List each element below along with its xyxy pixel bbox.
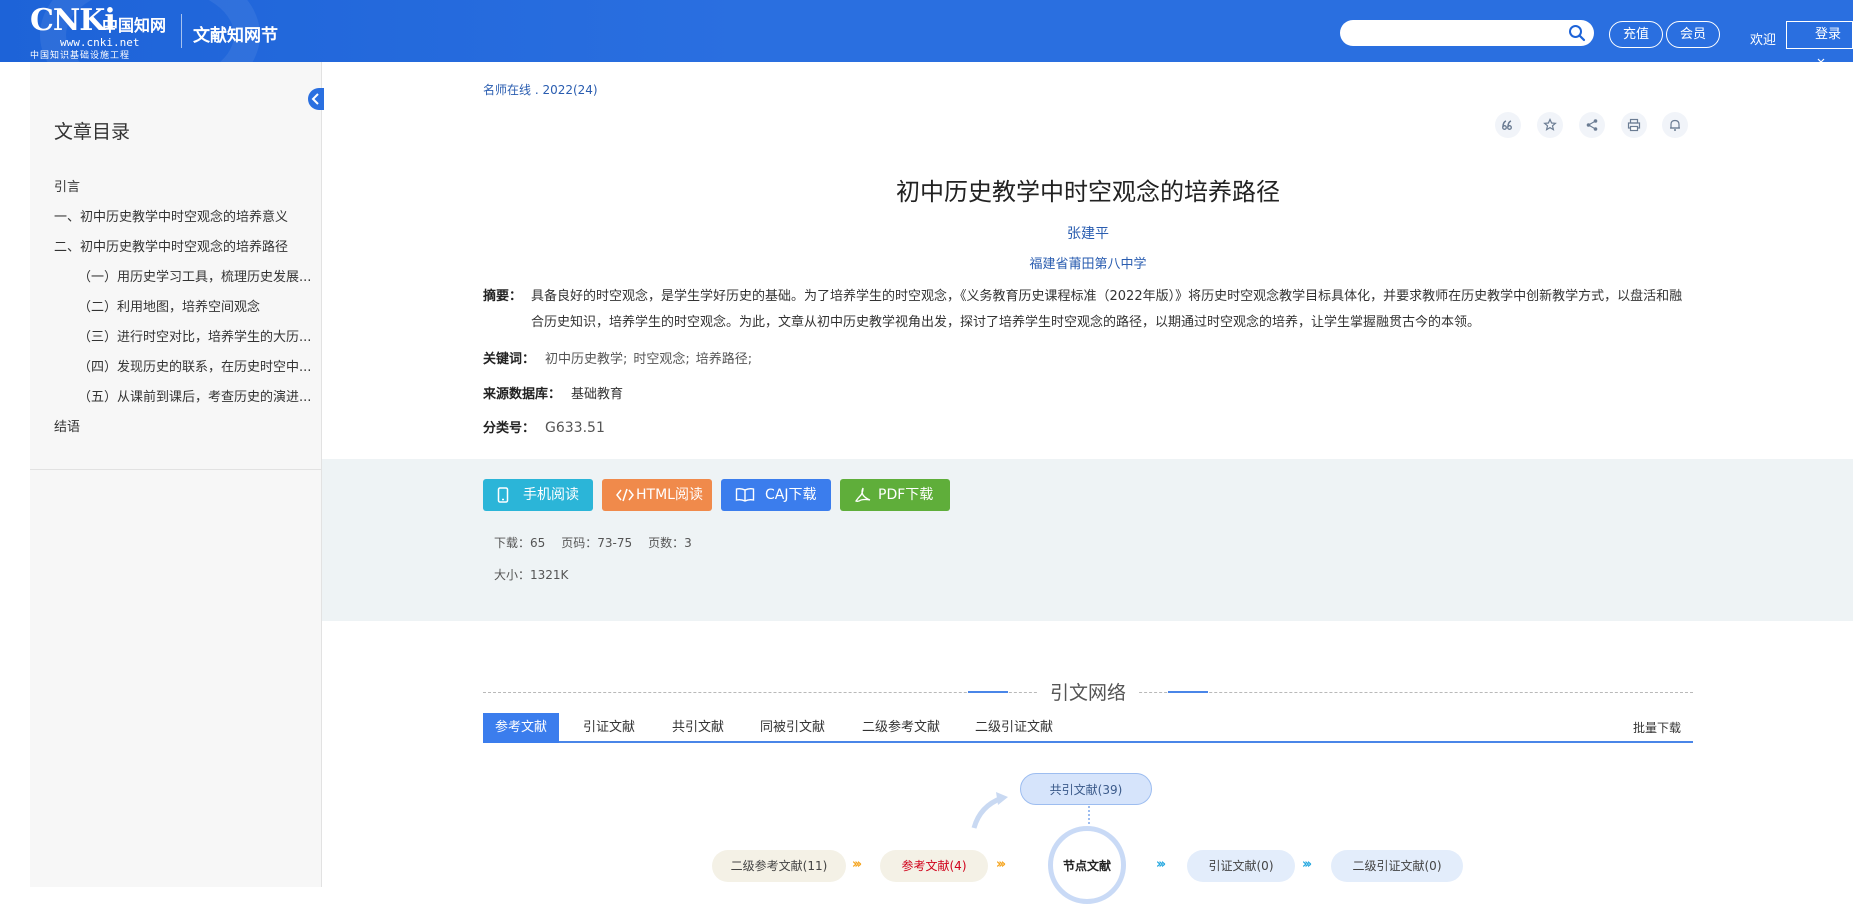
center-node: 节点文献 <box>1062 859 1111 873</box>
print-button[interactable] <box>1621 112 1647 138</box>
cite-button[interactable] <box>1495 112 1521 138</box>
network-title-text: 引文网络 <box>1037 682 1138 704</box>
logo-subtitle: 中国知识基础设施工程 <box>30 51 131 61</box>
search-icon[interactable] <box>1568 24 1586 42</box>
toc-panel: 文章目录 引言 一、初中历史教学中时空观念的培养意义 二、初中历史教学中时空观念… <box>30 62 322 470</box>
mobile-icon <box>497 487 509 503</box>
welcome-text: 欢迎 <box>1750 33 1777 48</box>
caj-download-label: CAJ下载 <box>765 487 817 503</box>
curved-arrow-icon <box>971 792 1008 829</box>
book-icon <box>735 487 755 502</box>
pdf-icon <box>855 487 871 502</box>
toc-item[interactable]: （四）发现历史的联系，在历史时空中... <box>54 353 316 383</box>
mobile-read-button[interactable]: 手机阅读 <box>483 479 593 511</box>
pdf-download-button[interactable]: PDF下载 <box>840 479 950 511</box>
keyword-link[interactable]: 初中历史教学; <box>545 352 627 367</box>
network-title: 引文网络 <box>483 678 1693 705</box>
keywords-row: 关键词： 初中历史教学; 时空观念; 培养路径; <box>483 348 758 367</box>
database-row: 来源数据库： 基础教育 <box>483 383 623 402</box>
login-label: 登录 <box>1815 27 1842 42</box>
reference-node[interactable]: 参考文献(4) <box>880 850 988 882</box>
share-button[interactable] <box>1579 112 1605 138</box>
toc-item[interactable]: 二、初中历史教学中时空观念的培养路径 <box>54 233 316 263</box>
printer-icon <box>1627 118 1641 132</box>
toc-item[interactable]: （五）从课前到课后，考查历史的演进... <box>54 383 316 413</box>
search-input[interactable] <box>1340 20 1594 46</box>
keyword-link[interactable]: 时空观念; <box>633 352 689 367</box>
abstract-label: 摘要： <box>483 289 523 304</box>
author-link[interactable]: 张建平 <box>483 223 1693 243</box>
abstract-text: 具备良好的时空观念，是学生学好历史的基础。为了培养学生的时空观念，《义务教育历史… <box>531 289 1683 330</box>
caj-download-button[interactable]: CAJ下载 <box>721 479 831 511</box>
citing-node[interactable]: 引证文献(0) <box>1187 850 1295 882</box>
keywords-label: 关键词： <box>483 352 536 367</box>
page-count: 页数：3 <box>648 536 692 550</box>
database-label: 来源数据库： <box>483 387 562 402</box>
batch-download-button[interactable]: 批量下载 <box>1633 713 1681 743</box>
login-button[interactable]: 登录 <box>1786 21 1853 62</box>
mobile-read-label: 手机阅读 <box>523 487 579 503</box>
toc-item[interactable]: 一、初中历史教学中时空观念的培养意义 <box>54 203 316 233</box>
member-button[interactable]: 会员 <box>1666 21 1720 48</box>
citation-tabs: 参考文献 引证文献 共引文献 同被引文献 二级参考文献 二级引证文献 批量下载 <box>483 713 1693 743</box>
collapse-sidebar-button[interactable] <box>308 88 324 110</box>
star-icon <box>1543 118 1557 131</box>
toc-item[interactable]: （一）用历史学习工具，梳理历史发展... <box>54 263 316 293</box>
toc-title: 文章目录 <box>54 121 131 143</box>
favorite-button[interactable] <box>1537 112 1563 138</box>
toc-list: 引言 一、初中历史教学中时空观念的培养意义 二、初中历史教学中时空观念的培养路径… <box>54 173 316 443</box>
tab-secondary-citing[interactable]: 二级引证文献 <box>963 713 1065 743</box>
secondary-citing-node[interactable]: 二级引证文献(0) <box>1331 850 1463 882</box>
share-icon <box>1586 119 1598 131</box>
toc-sidebar: 文章目录 引言 一、初中历史教学中时空观念的培养意义 二、初中历史教学中时空观念… <box>30 62 322 887</box>
article-title: 初中历史教学中时空观念的培养路径 <box>896 178 1280 206</box>
code-icon <box>616 488 634 502</box>
classification-row: 分类号： G633.51 <box>483 417 605 436</box>
tab-secondary-references[interactable]: 二级参考文献 <box>850 713 952 743</box>
bell-icon <box>1670 119 1680 131</box>
logo-divider <box>181 14 182 48</box>
co-citation-node[interactable]: 共引文献(39) <box>1020 773 1152 805</box>
secondary-ref-node[interactable]: 二级参考文献(11) <box>712 850 846 882</box>
download-stats: 下载：65 页码：73-75 页数：3 <box>494 534 708 551</box>
arrow-right-icon: ››› <box>1302 857 1312 872</box>
journal-source-link[interactable]: 名师在线 . 2022(24) <box>483 81 598 98</box>
database-value: 基础教育 <box>571 387 624 402</box>
quote-icon <box>1502 120 1512 130</box>
keyword-link[interactable]: 培养路径; <box>696 352 752 367</box>
abstract-block: 摘要： 具备良好的时空观念，是学生学好历史的基础。为了培养学生的时空观念，《义务… <box>483 284 1693 336</box>
tab-references[interactable]: 参考文献 <box>483 713 560 743</box>
toc-item[interactable]: 结语 <box>54 413 316 443</box>
arrow-right-icon: ››› <box>996 857 1006 872</box>
toc-item[interactable]: 引言 <box>54 173 316 203</box>
recharge-button[interactable]: 充值 <box>1609 21 1663 48</box>
tab-co-cited[interactable]: 同被引文献 <box>748 713 837 743</box>
connector-line <box>1088 806 1090 824</box>
download-action-bar: 手机阅读 HTML阅读 CAJ下载 PDF下载 下载：65 页码：73-75 页数：… <box>322 459 1853 621</box>
subscribe-button[interactable] <box>1662 112 1688 138</box>
page-range: 页码：73-75 <box>561 536 633 550</box>
chevron-down-icon <box>1817 58 1825 62</box>
toc-item[interactable]: （三）进行时空对比，培养学生的大历... <box>54 323 316 353</box>
cnki-logo[interactable]: CNKi 中国知网 www.cnki.net 中国知识基础设施工程 <box>30 6 170 62</box>
download-count: 下载：65 <box>494 536 546 550</box>
arrow-right-icon: ››› <box>852 857 862 872</box>
tab-citing[interactable]: 引证文献 <box>571 713 647 743</box>
file-size: 大小：1321K <box>494 568 569 582</box>
classification-value: G633.51 <box>545 420 605 436</box>
pdf-download-label: PDF下载 <box>878 487 934 503</box>
organization-link[interactable]: 福建省莆田第八中学 <box>483 253 1693 272</box>
citation-network-header: 引文网络 <box>483 678 1693 708</box>
logo-cn: 中国知网 <box>102 16 167 35</box>
toc-item[interactable]: （二）利用地图，培养空间观念 <box>54 293 316 323</box>
tab-co-citation[interactable]: 共引文献 <box>660 713 736 743</box>
top-header: CNKi 中国知网 www.cnki.net 中国知识基础设施工程 文献知网节 … <box>0 0 1853 62</box>
classification-label: 分类号： <box>483 421 536 436</box>
chevron-left-icon <box>311 93 319 105</box>
html-read-button[interactable]: HTML阅读 <box>602 479 712 511</box>
arrow-right-icon: ››› <box>1156 857 1166 872</box>
site-name[interactable]: 文献知网节 <box>193 21 278 46</box>
html-read-label: HTML阅读 <box>636 487 703 503</box>
